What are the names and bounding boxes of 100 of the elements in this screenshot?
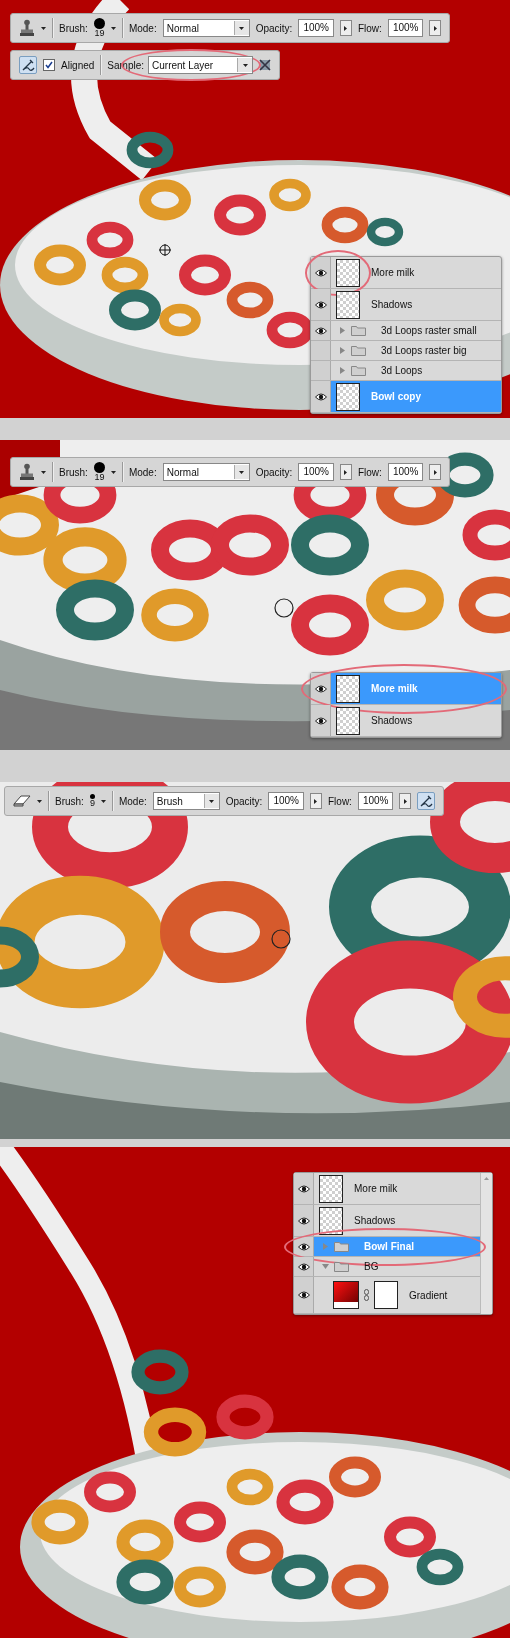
caret-icon[interactable] [110,26,116,30]
gradient-thumbnail [333,1281,359,1309]
eye-icon[interactable] [314,684,327,693]
play-icon[interactable] [403,798,407,804]
visibility-toggle[interactable] [294,1237,314,1256]
flow-field[interactable]: 100% [357,792,394,810]
visibility-toggle[interactable] [311,289,331,320]
eye-icon[interactable] [297,1184,310,1193]
eye-icon[interactable] [297,1216,310,1225]
layer-row[interactable]: More milk [311,257,501,289]
visibility-toggle[interactable] [311,705,331,736]
layer-row[interactable]: More milk [294,1173,480,1205]
opacity-slider-button[interactable] [339,20,352,36]
caret-icon[interactable] [100,799,106,803]
layer-row[interactable]: Shadows [311,289,501,321]
visibility-toggle[interactable] [294,1277,314,1313]
layer-name: 3d Loops [381,365,423,376]
play-icon[interactable] [314,798,318,804]
layer-thumbnail [319,1174,343,1203]
folder-icon [334,1241,349,1252]
brush-cursor-icon [271,929,291,949]
visibility-toggle[interactable] [311,321,331,340]
flow-label: Flow: [357,22,382,34]
mode-dropdown[interactable]: Brush [152,792,220,810]
mode-dropdown[interactable]: Normal [162,19,250,37]
layer-name: Shadows [354,1215,396,1226]
layer-row[interactable]: 3d Loops raster big [311,341,501,361]
ignore-adjustments-icon[interactable] [259,59,272,71]
brush-size: 19 [94,473,105,482]
eye-icon[interactable] [314,716,327,725]
flow-slider-button[interactable] [399,793,412,809]
flow-field[interactable]: 100% [387,19,424,37]
stamp-icon[interactable] [19,463,35,481]
opacity-slider-button[interactable] [310,793,322,809]
sample-label: Sample: [107,59,145,71]
brush-size: 19 [94,29,105,38]
layer-row[interactable]: Gradient [294,1277,480,1314]
opacity-field[interactable]: 100% [298,463,334,481]
eye-icon[interactable] [314,300,327,309]
folder-icon [334,1261,349,1272]
caret-icon[interactable] [41,26,46,30]
opacity-field[interactable]: 100% [268,792,304,810]
layer-row[interactable]: Shadows [311,705,501,737]
eye-icon[interactable] [314,392,327,401]
flow-slider-button[interactable] [429,464,442,480]
visibility-toggle[interactable] [294,1257,314,1276]
play-icon[interactable] [433,25,437,31]
mode-dropdown[interactable]: Normal [162,463,250,481]
eye-icon[interactable] [314,326,327,335]
eye-icon[interactable] [297,1242,310,1251]
eye-icon[interactable] [314,268,327,277]
brush-cursor-icon [274,598,294,618]
caret-icon[interactable] [37,799,42,803]
caret-icon[interactable] [41,470,46,474]
play-icon[interactable] [433,469,437,475]
play-icon[interactable] [344,25,348,31]
dropdown-arrow-icon[interactable] [242,63,248,67]
play-icon[interactable] [344,469,348,475]
sample-dropdown[interactable]: Current Layer [148,56,254,74]
stamp-icon[interactable] [19,19,35,37]
visibility-toggle[interactable] [294,1173,314,1204]
layer-row[interactable]: 3d Loops raster small [311,321,501,341]
opacity-field[interactable]: 100% [298,19,334,37]
flow-slider-button[interactable] [429,20,442,36]
layer-name: 3d Loops raster big [381,345,467,356]
visibility-toggle[interactable] [311,361,331,380]
visibility-toggle[interactable] [311,257,331,288]
layer-name: Bowl Final [364,1241,414,1252]
visibility-toggle[interactable] [311,673,331,704]
brush-preview-icon[interactable] [93,462,105,473]
mask-thumbnail [374,1281,398,1309]
layer-name: More milk [371,683,418,694]
dropdown-arrow-icon[interactable] [239,470,245,474]
brush-size: 9 [89,799,95,808]
layer-name: More milk [354,1183,398,1194]
brush-preview-icon[interactable] [89,794,95,799]
scroll-bar[interactable] [480,1173,492,1314]
opacity-label: Opacity: [255,22,293,34]
eye-icon[interactable] [297,1262,310,1271]
layer-name: Shadows [371,715,413,726]
layer-name: Gradient [409,1289,448,1301]
mode-label: Mode: [128,22,157,34]
flow-label: Flow: [357,466,382,478]
brush-label: Brush: [55,795,84,807]
dropdown-arrow-icon[interactable] [239,26,245,30]
caret-icon[interactable] [110,470,116,474]
flow-field[interactable]: 100% [387,463,424,481]
link-icon [364,1289,369,1301]
layer-thumbnail [336,706,360,735]
visibility-toggle[interactable] [311,381,331,412]
brush-preview-icon[interactable] [93,18,105,29]
layer-thumbnail [319,1206,343,1235]
visibility-toggle[interactable] [294,1205,314,1236]
dropdown-arrow-icon[interactable] [209,799,215,803]
visibility-toggle[interactable] [311,341,331,360]
opacity-label: Opacity: [225,795,263,807]
eye-icon[interactable] [297,1291,310,1299]
eraser-icon[interactable] [13,795,31,807]
layer-name: Shadows [371,299,413,310]
opacity-slider-button[interactable] [339,464,352,480]
